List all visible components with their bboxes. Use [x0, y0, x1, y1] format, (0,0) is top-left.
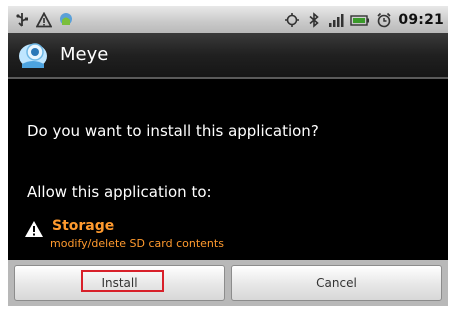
- cancel-button-label: Cancel: [316, 276, 357, 290]
- cancel-button[interactable]: Cancel: [231, 265, 442, 301]
- android-icon: [60, 12, 72, 25]
- signal-icon: [329, 13, 344, 27]
- warning-icon: [36, 11, 52, 27]
- status-bar: 09:21: [8, 6, 448, 33]
- battery-icon: [350, 14, 370, 26]
- gps-icon: [285, 12, 300, 27]
- button-bar: Install Cancel: [8, 260, 448, 306]
- usb-icon: [16, 12, 28, 27]
- permission-description: modify/delete SD card contents: [50, 237, 224, 250]
- warning-icon: [25, 221, 43, 237]
- bluetooth-icon: [309, 11, 320, 28]
- status-time: 09:21: [398, 11, 444, 28]
- camera-app-icon: [19, 43, 47, 68]
- dialog-title-bar: Meye: [8, 33, 448, 79]
- permission-title: Storage: [52, 218, 115, 234]
- alarm-icon: [377, 12, 391, 27]
- permissions-heading: Allow this application to:: [27, 183, 212, 201]
- install-button[interactable]: Install: [14, 265, 225, 301]
- app-title: Meye: [60, 44, 109, 65]
- install-button-label: Install: [101, 276, 138, 290]
- phone-screen: 09:21 Meye Do you want to install this a…: [8, 6, 448, 306]
- install-question: Do you want to install this application?: [27, 122, 319, 140]
